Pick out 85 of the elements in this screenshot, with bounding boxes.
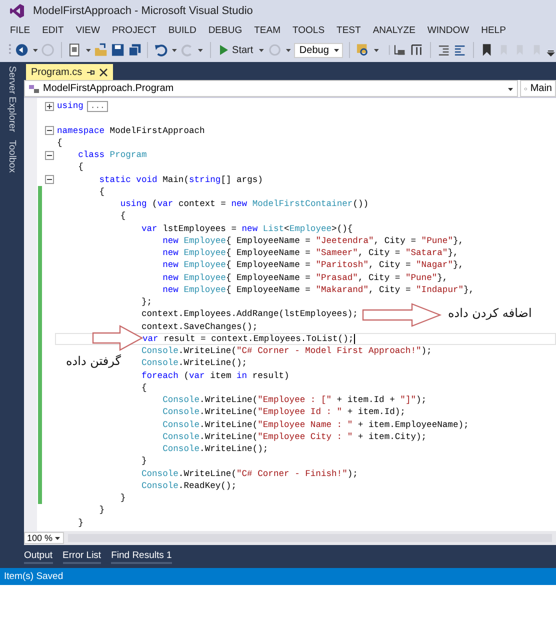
pin-icon[interactable] bbox=[86, 68, 96, 76]
code-line: var result = context.Employees.ToList(); bbox=[142, 334, 354, 344]
menu-item[interactable]: TEST bbox=[330, 24, 367, 36]
panel-tab[interactable]: Error List bbox=[62, 550, 102, 564]
menu-item[interactable]: FILE bbox=[4, 24, 36, 36]
menu-item[interactable]: EDIT bbox=[36, 24, 70, 36]
collapse-icon[interactable] bbox=[45, 126, 54, 136]
code-line: Console.WriteLine(); bbox=[162, 444, 268, 454]
menu-item[interactable]: BUILD bbox=[162, 24, 202, 36]
side-tab[interactable]: Toolbox bbox=[6, 140, 18, 173]
save-icon[interactable] bbox=[110, 43, 125, 57]
save-all-icon[interactable] bbox=[128, 43, 142, 57]
collapsed-region[interactable]: ... bbox=[87, 100, 108, 112]
collapse-icon[interactable] bbox=[45, 175, 54, 184]
code-line: { bbox=[120, 211, 126, 222]
code-line: Console.WriteLine("Employee : [" + item.Id + "]"); bbox=[162, 395, 427, 406]
code-line: Console.WriteLine("Employee Name : " + item.EmployeeName); bbox=[162, 420, 469, 430]
code-line: new Employee{ EmployeeName = "Sameer", City = "Satara"}, bbox=[162, 248, 458, 258]
menu-item[interactable]: TOOLS bbox=[286, 24, 331, 36]
panel-tab[interactable]: Output bbox=[24, 550, 53, 564]
code-line: { bbox=[57, 138, 62, 148]
code-line: Console.WriteLine("C# Corner - Finish!"); bbox=[141, 468, 358, 479]
configuration-dropdown[interactable]: Debug bbox=[294, 42, 344, 58]
type-dropdown[interactable]: ModelFirstApproach.Program bbox=[24, 80, 518, 97]
annotation-text: گرفتن داده bbox=[66, 354, 121, 368]
code-line: context.Employees.AddRange(lstEmployees); bbox=[141, 309, 358, 320]
play-icon bbox=[219, 45, 228, 55]
menu-item[interactable]: HELP bbox=[475, 24, 512, 36]
code-line: new Employee{ EmployeeName = "Jeetendra", City = "Pune"}, bbox=[162, 236, 464, 246]
code-line: var lstEmployees = new List<Employee>(){ bbox=[141, 224, 353, 234]
status-text: Item(s) Saved bbox=[4, 571, 64, 582]
code-line: using (var context = new ModelFirstContainer()) bbox=[120, 199, 369, 210]
code-line: } bbox=[99, 505, 105, 516]
find-icon[interactable] bbox=[356, 43, 370, 57]
indent-icon[interactable] bbox=[436, 43, 450, 57]
zoom-dropdown[interactable]: 100 % bbox=[24, 532, 64, 544]
code-line: foreach (var item in result) bbox=[141, 370, 290, 381]
code-line: { bbox=[99, 186, 105, 197]
undo-icon[interactable] bbox=[154, 43, 168, 57]
code-line: Console.ReadKey(); bbox=[141, 480, 236, 491]
code-line: } bbox=[120, 493, 126, 504]
code-line: class Program bbox=[78, 150, 147, 160]
start-button[interactable]: Start bbox=[217, 44, 256, 56]
annotation-text: اضافه کردن داده bbox=[448, 306, 532, 320]
close-icon[interactable] bbox=[99, 68, 108, 76]
code-line: new Employee{ EmployeeName = "Paritosh", City = "Nagar"}, bbox=[162, 260, 464, 270]
logo-icon bbox=[9, 3, 25, 19]
code-line: Console.WriteLine("Employee Id : " + item.Id); bbox=[162, 407, 406, 418]
code-line: namespace ModelFirstApproach bbox=[57, 126, 205, 136]
collapse-icon[interactable] bbox=[45, 150, 54, 160]
window-title: ModelFirstApproach - Microsoft Visual Studio bbox=[33, 5, 253, 17]
arrow-shape bbox=[92, 325, 144, 351]
code-line: Console.WriteLine("Employee City : " + item.City); bbox=[162, 432, 427, 442]
code-line: } bbox=[141, 456, 147, 466]
expand-icon[interactable] bbox=[45, 102, 54, 111]
code-line: Console.WriteLine("C# Corner - Model First Approach!"); bbox=[141, 346, 432, 356]
code-line: { bbox=[141, 382, 147, 393]
open-folder-icon[interactable] bbox=[94, 43, 108, 57]
code-line: using bbox=[57, 101, 84, 112]
panel-tab[interactable]: Find Results 1 bbox=[111, 550, 172, 564]
menu-item[interactable]: PROJECT bbox=[106, 24, 162, 36]
folder-tree-icon[interactable] bbox=[393, 43, 408, 57]
new-project-icon[interactable] bbox=[68, 43, 82, 57]
document-tab[interactable]: Program.cs bbox=[26, 64, 114, 80]
class-icon bbox=[28, 84, 40, 94]
menu-item[interactable]: VIEW bbox=[70, 24, 106, 36]
back-icon[interactable] bbox=[14, 43, 29, 57]
toolbar-grip-icon bbox=[8, 43, 12, 57]
code-line: new Employee{ EmployeeName = "Makarand", City = "Indapur"}, bbox=[162, 284, 474, 295]
code-line: static void Main(string[] args) bbox=[99, 174, 263, 185]
member-dropdown[interactable]: Main bbox=[520, 80, 556, 97]
columns-icon[interactable] bbox=[410, 43, 424, 57]
code-line: context.SaveChanges(); bbox=[141, 322, 258, 332]
menu-item[interactable]: WINDOW bbox=[421, 24, 476, 36]
menu-item[interactable]: TEAM bbox=[248, 24, 286, 36]
code-line: Console.WriteLine(); bbox=[141, 358, 248, 368]
menu-item[interactable]: DEBUG bbox=[202, 24, 248, 36]
menu-item[interactable]: ANALYZE bbox=[366, 24, 422, 36]
code-line: }; bbox=[141, 297, 152, 308]
side-tab[interactable]: Server Explorer bbox=[6, 66, 18, 132]
outdent-icon[interactable] bbox=[453, 43, 467, 57]
code-line: } bbox=[78, 518, 84, 528]
text-caret bbox=[354, 334, 355, 344]
code-line: { bbox=[78, 162, 84, 172]
code-line: new Employee{ EmployeeName = "Prasad", City = "Pune"}, bbox=[162, 272, 448, 283]
